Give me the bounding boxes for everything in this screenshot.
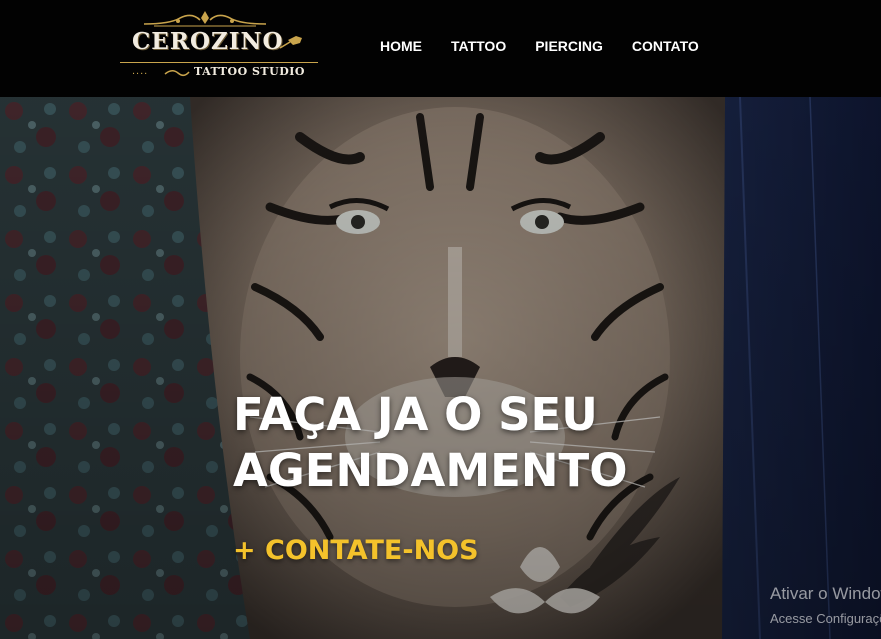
- logo-divider: [120, 62, 318, 63]
- hero-banner: FAÇA JA O SEU AGENDAMENTO + CONTATE-NOS: [0, 97, 881, 639]
- watermark-title: Ativar o Windows: [770, 584, 881, 603]
- logo-ornament-icon: [143, 11, 267, 27]
- windows-activation-watermark: Ativar o Windows Acesse Configurações: [770, 583, 881, 628]
- brand-logo[interactable]: CEROZINO .... TATTOO STUDIO: [118, 8, 320, 86]
- brand-subtitle: TATTOO STUDIO: [194, 65, 305, 78]
- tattoo-machine-icon: [279, 36, 302, 49]
- site-header: CEROZINO .... TATTOO STUDIO HOME TATTOO …: [0, 0, 881, 97]
- hero-headline: FAÇA JA O SEU AGENDAMENTO: [233, 387, 627, 499]
- nav-tattoo[interactable]: TATTOO: [441, 36, 516, 56]
- headline-line-2: AGENDAMENTO: [233, 444, 628, 497]
- main-nav: HOME TATTOO PIERCING CONTATO: [370, 36, 709, 56]
- logo-swirl-icon: [164, 70, 190, 76]
- contact-us-button[interactable]: + CONTATE-NOS: [233, 534, 479, 568]
- headline-line-1: FAÇA JA O SEU: [233, 388, 598, 441]
- nav-piercing[interactable]: PIERCING: [525, 36, 613, 56]
- nav-contato[interactable]: CONTATO: [622, 36, 709, 56]
- watermark-subtitle: Acesse Configurações: [770, 611, 881, 626]
- nav-home[interactable]: HOME: [370, 36, 432, 56]
- logo-dots: ....: [132, 65, 149, 77]
- brand-name: CEROZINO: [132, 28, 284, 55]
